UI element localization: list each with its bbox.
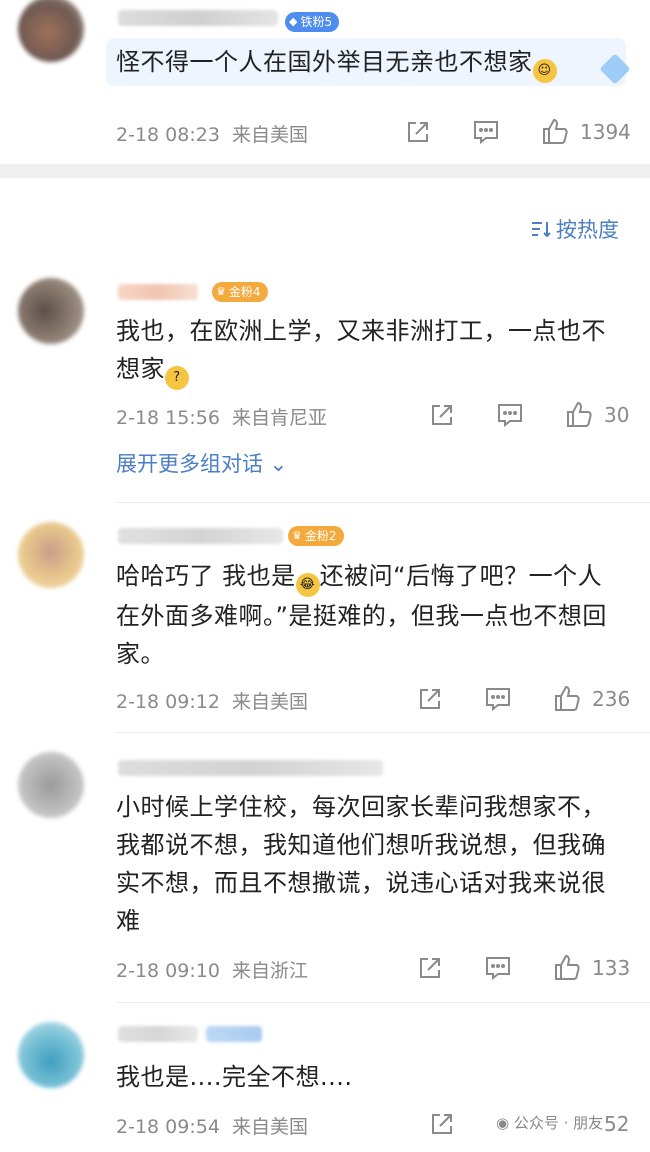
laugh-cry-emoji-icon: 😂: [295, 573, 320, 597]
crown-icon: ♛: [292, 529, 302, 542]
comment-text: 我也，在欧洲上学，又来非洲打工，一点也不想家?: [116, 312, 616, 390]
watermark: ◉ 公众号 · 朋友: [496, 1114, 604, 1132]
share-icon[interactable]: [416, 685, 444, 713]
comment-icon[interactable]: [496, 402, 524, 428]
expand-more-conversations-link[interactable]: 展开更多组对话 ⌄: [116, 448, 287, 478]
comment-meta: 2-18 09:10 来自浙江: [116, 960, 309, 982]
like-thumb-icon[interactable]: [540, 116, 570, 146]
share-icon[interactable]: [416, 954, 444, 982]
avatar[interactable]: [18, 752, 84, 818]
comment-text: 小时候上学住校，每次回家长辈问我想家不，我都说不想，我知道他们想听我说想，但我确…: [116, 793, 606, 935]
like-count: 30: [604, 403, 630, 427]
fan-badge: ◆ 铁粉5: [285, 12, 340, 32]
share-icon[interactable]: [404, 118, 432, 146]
fan-badge: ♛ 金粉2: [288, 526, 344, 546]
thinking-emoji-icon: ?: [165, 366, 189, 390]
comment-icon[interactable]: [472, 119, 500, 145]
like-count: 236: [592, 687, 631, 711]
avatar[interactable]: [18, 278, 84, 344]
comment-icon[interactable]: [484, 686, 512, 712]
like-count: 1394: [580, 120, 631, 144]
diamond-icon: ◆: [289, 15, 298, 28]
sort-lines-icon: [532, 222, 551, 238]
crown-icon: ♛: [216, 285, 226, 298]
divider: [116, 732, 650, 733]
divider: [116, 502, 650, 503]
comment-text: 我也是....完全不想....: [116, 1063, 353, 1091]
comment-text: 哈哈巧了 我也是 😂 还被问“后悔了吧？一个人在外面多难啊。”是挺难的，但我一点也不…: [116, 562, 607, 668]
share-icon[interactable]: [428, 401, 456, 429]
avatar[interactable]: [18, 1022, 84, 1088]
username-blurred[interactable]: [118, 528, 283, 544]
comment-meta: 2-18 09:54 来自美国: [116, 1116, 309, 1138]
share-icon[interactable]: [428, 1110, 456, 1138]
like-thumb-icon[interactable]: [552, 952, 582, 982]
comment-text: 怪不得一个人在国外举目无亲也不想家 ☺: [116, 43, 636, 83]
avatar[interactable]: [18, 0, 84, 62]
sort-by-hot-button[interactable]: 按热度: [530, 214, 619, 244]
like-thumb-icon[interactable]: [552, 683, 582, 713]
smile-emoji-icon: ☺: [532, 59, 557, 83]
username-blurred[interactable]: [118, 284, 198, 300]
like-count: 52: [604, 1112, 630, 1136]
section-separator: [0, 164, 650, 178]
username-blurred[interactable]: [118, 1026, 198, 1042]
chevron-down-icon: ⌄: [263, 452, 288, 476]
fan-badge: ♛ 金粉4: [212, 282, 268, 302]
wechat-icon: ◉: [496, 1114, 514, 1132]
comment-icon[interactable]: [484, 955, 512, 981]
username-blurred[interactable]: [118, 10, 278, 26]
divider: [116, 1002, 650, 1003]
comment-meta: 2-18 15:56 来自肯尼亚: [116, 407, 328, 429]
like-thumb-icon[interactable]: [564, 399, 594, 429]
avatar[interactable]: [18, 522, 84, 588]
like-count: 133: [592, 956, 631, 980]
badge-blurred: [206, 1026, 262, 1042]
comment-meta: 2-18 08:23 来自美国: [116, 124, 309, 146]
username-blurred[interactable]: [118, 760, 383, 776]
comment-meta: 2-18 09:12 来自美国: [116, 691, 309, 713]
